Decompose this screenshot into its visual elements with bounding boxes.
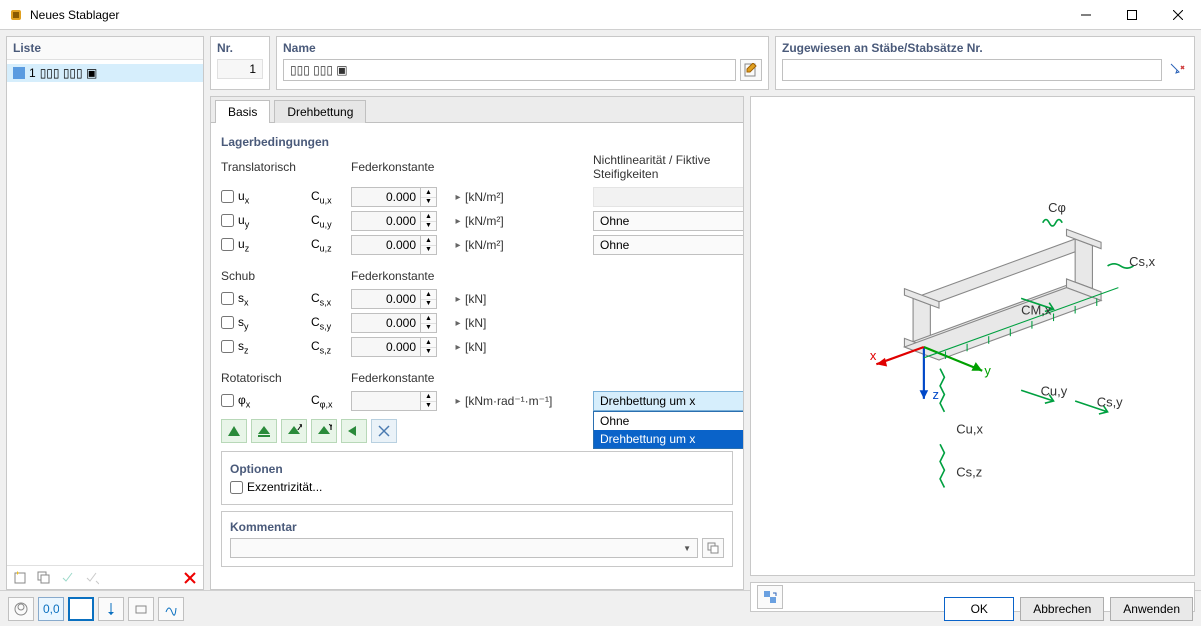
nl-phix-select[interactable]: Drehbettung um x▼ <box>593 391 743 411</box>
check-uz[interactable] <box>221 238 234 251</box>
arrow-icon[interactable]: ▸ <box>451 192 465 203</box>
units-button[interactable]: 0,00 <box>38 597 64 621</box>
svg-text:Cu,x: Cu,x <box>956 421 983 436</box>
nr-label: Nr. <box>217 41 263 55</box>
svg-text:z: z <box>933 387 939 402</box>
mode-1-button[interactable] <box>68 597 94 621</box>
list-item-num: 1 <box>29 66 36 80</box>
assigned-input[interactable] <box>782 59 1162 81</box>
app-icon <box>8 7 24 23</box>
spinner-cux[interactable]: ▲▼ <box>351 187 451 207</box>
svg-text:X: X <box>297 424 302 433</box>
spinner-cuy[interactable]: ▲▼ <box>351 211 451 231</box>
col-translatorisch: Translatorisch <box>221 160 311 174</box>
close-button[interactable] <box>1155 0 1201 29</box>
help-button[interactable] <box>8 597 34 621</box>
preview-settings-button[interactable] <box>757 585 783 609</box>
list-item-label: ▯▯▯ ▯▯▯ ▣ <box>40 66 98 80</box>
apply-button[interactable]: Anwenden <box>1110 597 1193 621</box>
svg-text:Cu,y: Cu,y <box>1041 384 1068 399</box>
dropdown-list: Ohne Drehbettung um x <box>593 411 743 449</box>
check-sz[interactable] <box>221 340 234 353</box>
spinner-csx[interactable]: ▲▼ <box>351 289 451 309</box>
name-label: Name <box>283 41 762 55</box>
list-header: Liste <box>7 37 203 60</box>
support-type-2-button[interactable] <box>251 419 277 443</box>
maximize-button[interactable] <box>1109 0 1155 29</box>
delete-item-button[interactable] <box>179 568 201 588</box>
svg-text:x: x <box>870 348 877 363</box>
check-all-button[interactable] <box>57 568 79 588</box>
arrow-icon[interactable]: ▸ <box>451 318 465 329</box>
section-lager: Lagerbedingungen <box>221 135 733 149</box>
arrow-icon[interactable]: ▸ <box>451 216 465 227</box>
arrow-icon[interactable]: ▸ <box>451 294 465 305</box>
mode-4-button[interactable] <box>158 597 184 621</box>
uncheck-all-button[interactable] <box>81 568 103 588</box>
spinner-cuz[interactable]: ▲▼ <box>351 235 451 255</box>
dropdown-option-drehbettung[interactable]: Drehbettung um x <box>594 430 743 448</box>
dropdown-option-ohne[interactable]: Ohne <box>594 412 743 430</box>
spinner-csz[interactable]: ▲▼ <box>351 337 451 357</box>
check-uy[interactable] <box>221 214 234 227</box>
mode-3-button[interactable] <box>128 597 154 621</box>
svg-text:y: y <box>984 363 991 378</box>
col-schub: Schub <box>221 269 311 283</box>
support-type-x-button[interactable]: X <box>281 419 307 443</box>
support-type-1-button[interactable] <box>221 419 247 443</box>
comment-select[interactable]: ▼ <box>230 538 698 558</box>
col-nichtlinear: Nichtlinearität / Fiktive Steifigkeiten <box>593 153 743 181</box>
pick-members-button[interactable] <box>1166 59 1188 81</box>
spinner-cphix[interactable]: ▲▼ <box>351 391 451 411</box>
new-item-button[interactable] <box>9 568 31 588</box>
svg-text:Cs,y: Cs,y <box>1097 394 1123 409</box>
svg-text:Cs,x: Cs,x <box>1129 254 1155 269</box>
list-item-icon <box>13 67 25 79</box>
support-type-y-button[interactable]: Y <box>311 419 337 443</box>
window-title: Neues Stablager <box>30 8 1063 22</box>
list-item[interactable]: 1 ▯▯▯ ▯▯▯ ▣ <box>7 64 203 82</box>
cancel-button[interactable]: Abbrechen <box>1020 597 1104 621</box>
section-kommentar: Kommentar <box>230 520 724 534</box>
nl-uz-select[interactable]: Ohne▼ <box>593 235 743 255</box>
col-federkonstante: Federkonstante <box>351 160 575 174</box>
check-sy[interactable] <box>221 316 234 329</box>
mode-2-button[interactable] <box>98 597 124 621</box>
comment-library-button[interactable] <box>702 538 724 558</box>
svg-text:CM,x: CM,x <box>1021 303 1052 318</box>
section-optionen: Optionen <box>230 462 724 476</box>
edit-name-button[interactable] <box>740 59 762 81</box>
arrow-icon[interactable]: ▸ <box>451 240 465 251</box>
support-type-5-button[interactable] <box>341 419 367 443</box>
nl-ux-blank <box>593 187 743 207</box>
svg-text:Y: Y <box>327 424 332 433</box>
svg-text:Cφ: Cφ <box>1048 200 1066 215</box>
tab-drehbettung[interactable]: Drehbettung <box>274 100 366 123</box>
check-exzentrizitaet[interactable] <box>230 481 243 494</box>
spinner-csy[interactable]: ▲▼ <box>351 313 451 333</box>
nr-value: 1 <box>217 59 263 79</box>
assigned-label: Zugewiesen an Stäbe/Stabsätze Nr. <box>782 41 1188 55</box>
col-rotatorisch: Rotatorisch <box>221 371 311 385</box>
arrow-icon[interactable]: ▸ <box>451 342 465 353</box>
tab-basis[interactable]: Basis <box>215 100 270 123</box>
arrow-icon[interactable]: ▸ <box>451 396 465 407</box>
minimize-button[interactable] <box>1063 0 1109 29</box>
ok-button[interactable]: OK <box>944 597 1014 621</box>
check-ux[interactable] <box>221 190 234 203</box>
nl-uy-select[interactable]: Ohne▼ <box>593 211 743 231</box>
svg-text:0,00: 0,00 <box>43 603 59 615</box>
name-input[interactable] <box>283 59 736 81</box>
support-free-button[interactable] <box>371 419 397 443</box>
copy-item-button[interactable] <box>33 568 55 588</box>
preview-panel: z y x <box>750 96 1195 576</box>
check-phix[interactable] <box>221 394 234 407</box>
svg-text:Cs,z: Cs,z <box>956 465 982 480</box>
check-sx[interactable] <box>221 292 234 305</box>
